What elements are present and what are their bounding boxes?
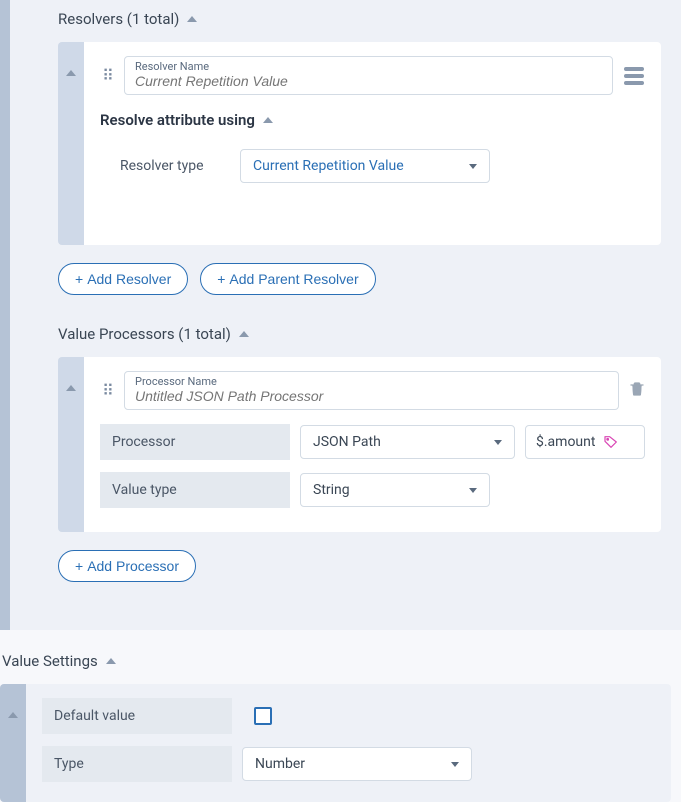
chevron-down-icon [494, 440, 502, 445]
resolve-attribute-header[interactable]: Resolve attribute using [100, 109, 645, 149]
value-type-select[interactable]: String [300, 473, 490, 507]
resolver-collapse-gutter[interactable] [58, 42, 84, 245]
resolver-type-value: Current Repetition Value [253, 158, 404, 174]
add-parent-resolver-button[interactable]: + Add Parent Resolver [200, 263, 375, 295]
processor-path-value: $.amount [536, 434, 595, 450]
default-value-label: Default value [42, 698, 232, 734]
processors-header[interactable]: Value Processors (1 total) [20, 295, 671, 357]
caret-up-icon [239, 331, 249, 337]
plus-icon: + [217, 271, 225, 287]
resolvers-header[interactable]: Resolvers (1 total) [20, 6, 671, 42]
drag-handle-icon[interactable]: ⠿ [100, 388, 114, 394]
caret-up-icon [187, 16, 197, 22]
add-parent-resolver-label: Add Parent Resolver [229, 271, 358, 287]
processor-path-input[interactable]: $.amount [525, 425, 645, 459]
processor-collapse-gutter[interactable] [58, 357, 84, 532]
caret-up-icon [66, 385, 76, 391]
tag-icon [603, 434, 619, 450]
add-processor-button[interactable]: + Add Processor [58, 550, 196, 582]
drag-handle-icon[interactable]: ⠿ [100, 73, 114, 79]
resolver-type-select[interactable]: Current Repetition Value [240, 149, 490, 183]
settings-collapse-gutter[interactable] [0, 684, 26, 802]
chevron-down-icon [469, 164, 477, 169]
resolver-name-label: Resolver Name [135, 60, 602, 73]
plus-icon: + [75, 271, 83, 287]
resolve-attribute-label: Resolve attribute using [100, 111, 255, 129]
value-type-value: String [313, 482, 350, 498]
caret-up-icon [8, 712, 18, 718]
trash-icon[interactable] [629, 380, 645, 402]
plus-icon: + [75, 558, 83, 574]
value-settings-title: Value Settings [2, 652, 98, 670]
processor-value: JSON Path [313, 434, 381, 450]
add-processor-label: Add Processor [87, 558, 179, 574]
chevron-down-icon [451, 762, 459, 767]
value-type-label: Value type [100, 472, 290, 508]
menu-icon[interactable] [623, 67, 645, 85]
add-resolver-button[interactable]: + Add Resolver [58, 263, 188, 295]
default-value-checkbox[interactable] [254, 707, 272, 725]
resolver-type-label: Resolver type [120, 158, 230, 174]
processor-name-label: Processor Name [135, 375, 608, 388]
add-resolver-label: Add Resolver [87, 271, 171, 287]
processor-name-input-wrap[interactable]: Processor Name [124, 371, 619, 410]
caret-up-icon [263, 117, 273, 123]
chevron-down-icon [469, 488, 477, 493]
processor-select[interactable]: JSON Path [300, 425, 515, 459]
resolvers-title: Resolvers (1 total) [58, 10, 179, 28]
settings-type-value: Number [255, 756, 305, 772]
value-settings-header[interactable]: Value Settings [0, 630, 681, 684]
caret-up-icon [66, 70, 76, 76]
processor-label: Processor [100, 424, 290, 460]
caret-up-icon [106, 658, 116, 664]
processor-name-input[interactable] [135, 388, 608, 404]
settings-type-label: Type [42, 746, 232, 782]
settings-type-select[interactable]: Number [242, 747, 472, 781]
processors-title: Value Processors (1 total) [58, 325, 231, 343]
resolver-name-input[interactable] [135, 73, 602, 89]
resolver-name-input-wrap[interactable]: Resolver Name [124, 56, 613, 95]
